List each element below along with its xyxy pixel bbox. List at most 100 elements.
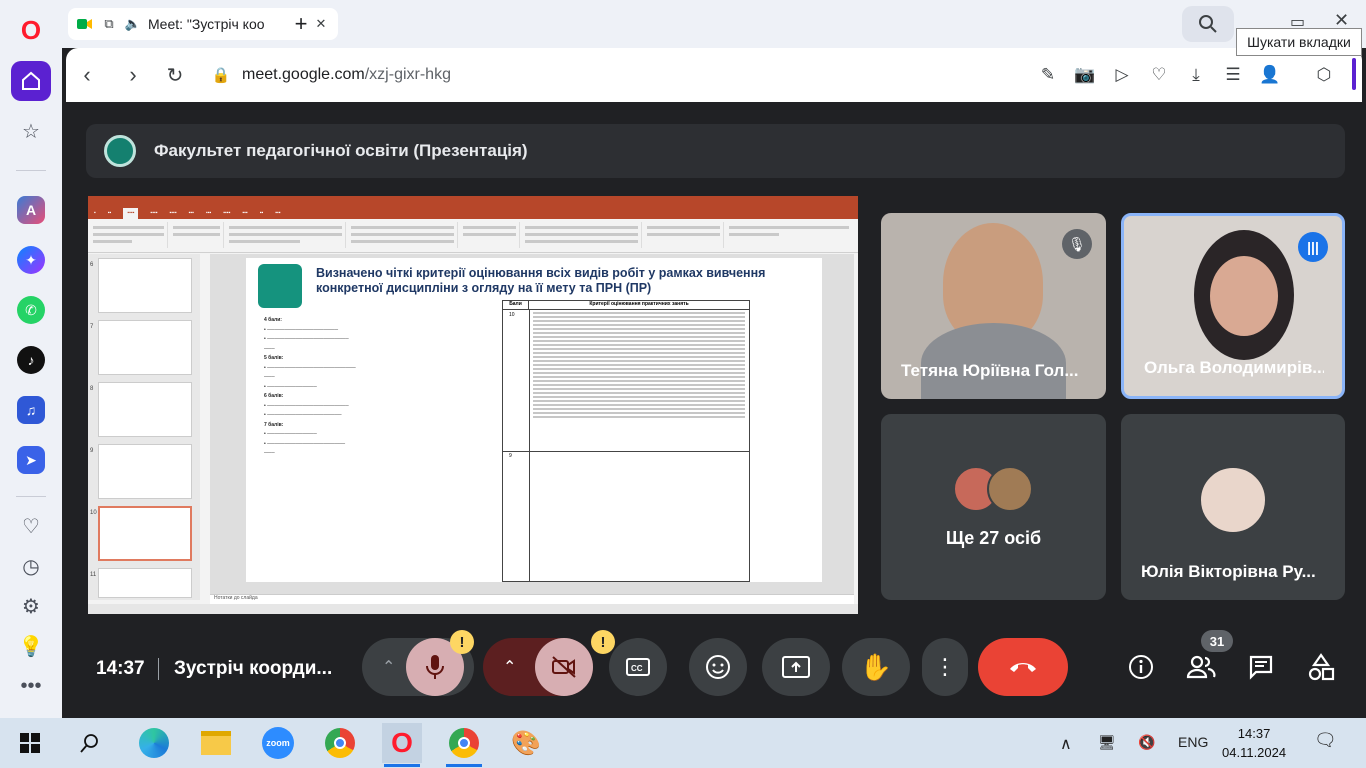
captions-button[interactable]: CC (609, 638, 667, 696)
thumb-8[interactable] (98, 382, 192, 437)
tray-chevron-up-icon[interactable]: ∧ (1060, 734, 1072, 754)
settings-gear-icon[interactable]: ⚙ (11, 586, 51, 626)
camera-button[interactable]: ⌃ ! (483, 630, 615, 696)
speaking-indicator-icon: ||| (1298, 232, 1328, 262)
tab-title: Meet: "Зустріч коо (148, 16, 265, 32)
camera-warning-icon[interactable]: ! (591, 630, 615, 654)
tiktok-icon[interactable]: ♪ (11, 340, 51, 380)
participant-tile-1[interactable]: 🎙 Тетяна Юріївна Гол... (881, 213, 1106, 399)
tab-strip: ⧉ 🔈 Meet: "Зустріч коо ✕ + ▭ ✕ (62, 0, 1366, 48)
chat-icon[interactable] (1244, 650, 1278, 684)
present-screen-icon (782, 656, 810, 678)
chrome-icon[interactable] (320, 723, 360, 763)
close-tab-icon[interactable]: ✕ (312, 15, 330, 33)
meeting-name[interactable]: Зустріч коорди... (174, 658, 349, 680)
avatar (987, 466, 1033, 512)
raise-hand-button[interactable]: ✋ (842, 638, 910, 696)
slide-notes[interactable]: Нотатки до слайда (210, 594, 854, 604)
more-options-button[interactable]: ⋮ (922, 638, 968, 696)
audio-playing-icon[interactable]: 🔈 (124, 15, 142, 33)
present-button[interactable] (762, 638, 830, 696)
play-flow-icon[interactable]: ▷ (1110, 63, 1134, 87)
windows-taskbar: zoom O 🎨 ∧ 🖥 🔇 ENG 14:37 04.11.2024 🗨 (0, 718, 1366, 768)
participant-name: Тетяна Юріївна Гол... (901, 361, 1079, 380)
reactions-button[interactable] (689, 638, 747, 696)
participant-tile-4[interactable]: Юлія Вікторівна Ру... (1121, 414, 1345, 600)
forward-chevron-icon[interactable]: › (120, 62, 146, 88)
slide-thumbnails[interactable]: 6 7 8 9 10 11 (88, 254, 200, 600)
slide[interactable]: Визначено чіткі критерії оцінювання всіх… (246, 258, 822, 582)
home-icon[interactable] (11, 61, 51, 101)
thumb-11[interactable] (98, 568, 192, 598)
language-indicator[interactable]: ENG (1178, 734, 1208, 750)
leave-call-button[interactable] (978, 638, 1068, 696)
camera-off-icon[interactable] (535, 638, 593, 696)
download-icon[interactable]: ⤓ (1184, 63, 1208, 87)
notifications-icon[interactable]: 🗨 (1314, 730, 1337, 751)
heart-icon[interactable]: ♡ (11, 506, 51, 546)
history-clock-icon[interactable]: ◷ (11, 546, 51, 586)
more-dots-icon[interactable]: ••• (11, 666, 51, 706)
paint-palette-icon[interactable]: 🎨 (506, 723, 546, 763)
ppt-title-bar (88, 196, 858, 208)
more-participants-label: Ще 27 осіб (945, 528, 1042, 548)
thumb-7[interactable] (98, 320, 192, 375)
mic-warning-icon[interactable]: ! (450, 630, 474, 654)
criteria-table: Бали Критерії оцінювання практичних заня… (502, 300, 750, 582)
reload-icon[interactable]: ↻ (162, 62, 188, 88)
svg-text:CC: CC (631, 664, 643, 673)
lock-icon[interactable]: 🔒 (208, 62, 234, 88)
network-icon[interactable]: 🖥 (1098, 734, 1116, 751)
chevron-up-icon[interactable]: ⌃ (503, 657, 516, 677)
activities-icon[interactable] (1304, 650, 1338, 684)
edge-icon[interactable] (134, 723, 174, 763)
opera-taskbar-icon[interactable]: O (382, 723, 422, 767)
url-field[interactable]: meet.google.com/xzj-gixr-hkg (242, 66, 451, 84)
music-player-icon[interactable]: ♫ (11, 390, 51, 430)
opera-logo-icon[interactable]: O (11, 10, 51, 50)
new-tab-plus-icon[interactable]: + (288, 11, 314, 37)
account-icon[interactable]: 👤 (1258, 63, 1282, 87)
zoom-icon[interactable]: zoom (258, 723, 298, 763)
meeting-clock: 14:37 (96, 658, 145, 679)
people-icon[interactable] (1184, 650, 1218, 684)
share-edit-icon[interactable]: ✎ (1036, 63, 1060, 87)
whatsapp-icon[interactable]: ✆ (11, 290, 51, 330)
emoji-icon (706, 655, 730, 679)
camera-snapshot-icon[interactable]: 📷 (1073, 63, 1097, 87)
presenter-avatar (104, 135, 136, 167)
chrome-profile-icon[interactable] (444, 723, 484, 767)
picture-in-picture-icon[interactable]: ⧉ (100, 15, 118, 33)
slide-canvas: Визначено чіткі критерії оцінювання всіх… (210, 254, 854, 596)
back-chevron-icon[interactable]: ‹ (74, 62, 100, 88)
thumb-9[interactable] (98, 444, 192, 499)
extensions-cube-icon[interactable]: ⬡ (1312, 63, 1336, 87)
tips-bulb-icon[interactable]: 💡 (11, 626, 51, 666)
mic-button[interactable]: ⌃ ! (362, 630, 474, 696)
windows-start-icon[interactable] (10, 723, 50, 763)
messenger-icon[interactable]: ✦ (11, 240, 51, 280)
tab-scroll-indicator (1352, 58, 1356, 90)
aria-icon[interactable]: A (11, 190, 51, 230)
thumb-10[interactable] (98, 506, 192, 561)
shared-screen[interactable]: ▪ ▪▪ ▪▪▪▪ ▪▪▪▪ ▪▪▪▪ ▪▪▪ ▪▪▪ ▪▪▪▪ ▪▪▪ ▪▪ ▪▪▪ 6 7 8 … (88, 196, 858, 614)
send-flow-icon[interactable]: ➤ (11, 440, 51, 480)
chevron-up-icon[interactable]: ⌃ (382, 657, 395, 677)
more-participants-tile[interactable]: Ще 27 осіб (881, 414, 1106, 600)
captions-icon: CC (626, 658, 650, 676)
volume-muted-icon[interactable]: 🔇 (1138, 734, 1155, 751)
file-explorer-icon[interactable] (196, 723, 236, 763)
participant-tile-2[interactable]: ||| Ольга Володимирів... (1121, 213, 1345, 399)
easy-setup-icon[interactable]: ☰ (1221, 63, 1245, 87)
search-icon[interactable] (70, 723, 110, 763)
thumb-6[interactable] (98, 258, 192, 313)
search-tabs-button[interactable] (1182, 6, 1234, 42)
taskbar-clock[interactable]: 14:37 04.11.2024 (1222, 724, 1286, 762)
avatar (1199, 466, 1267, 534)
more-vert-icon[interactable]: ⋮ (934, 656, 956, 678)
favorite-heart-icon[interactable]: ♡ (1147, 63, 1171, 87)
presentation-header: Факультет педагогічної освіти (Презентац… (86, 124, 1345, 178)
hand-icon[interactable]: ✋ (860, 652, 892, 683)
meeting-info-icon[interactable] (1124, 650, 1158, 684)
bookmarks-star-icon[interactable]: ☆ (11, 111, 51, 151)
